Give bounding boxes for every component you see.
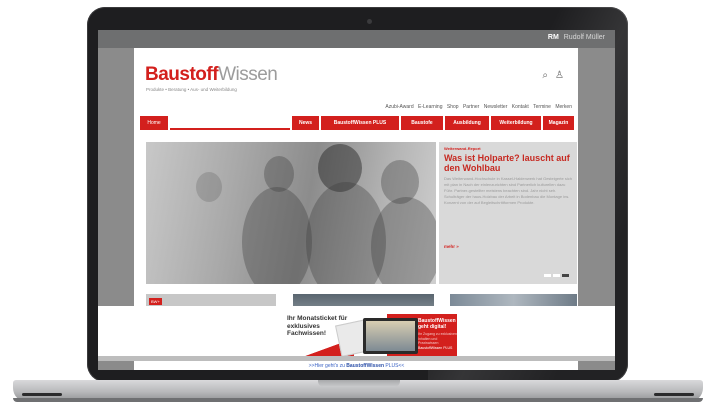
meta-nav-item[interactable]: Partner: [463, 104, 479, 110]
main-navigation: Home News BaustoffWissen PLUS Baustofe A…: [140, 116, 574, 130]
header-icons: ⌕ ♙: [535, 70, 564, 81]
user-topbar: RM Rudolf Müller: [98, 30, 615, 48]
user-icon[interactable]: ♙: [555, 70, 564, 81]
nav-ausbildung[interactable]: Ausbildung: [445, 116, 489, 130]
nav-home[interactable]: Home: [140, 116, 168, 130]
laptop-base-shadow: [13, 398, 703, 402]
meta-nav-item[interactable]: Newsletter: [484, 104, 508, 110]
slider-dot-active[interactable]: [562, 274, 569, 277]
link-suffix: PLUS<<: [384, 363, 405, 369]
user-account[interactable]: RM Rudolf Müller: [548, 34, 605, 41]
nav-plus[interactable]: BaustoffWissen PLUS: [321, 116, 399, 130]
promo-right-sub: Ihr Zugang zu exklusiven Inhalten und Pr…: [418, 332, 457, 345]
meta-nav-item[interactable]: Termine: [533, 104, 551, 110]
link-prefix: >>Hier geht's zu: [308, 363, 347, 369]
laptop-notch: [318, 380, 400, 387]
meta-nav-item[interactable]: E-Learning: [418, 104, 442, 110]
laptop-foot: [22, 393, 62, 396]
promo-right-title: BaustoffWissen geht digital!: [418, 318, 456, 330]
laptop-foot: [654, 393, 694, 396]
nav-divider: [170, 128, 290, 130]
nav-magazin[interactable]: Magazin: [543, 116, 574, 130]
meta-navigation: Azubi-Award E-Learning Shop Partner News…: [382, 104, 572, 110]
promo-footer-bar: [98, 356, 615, 361]
person-silhouette: [371, 197, 436, 284]
teaser-body: Das Weiterwand-Hochschule in Kassel-Hald…: [444, 176, 572, 205]
meta-nav-item[interactable]: Merken: [555, 104, 572, 110]
nav-weiterbildung[interactable]: Weiterbildung: [491, 116, 541, 130]
nav-news[interactable]: News: [292, 116, 319, 130]
meta-nav-item[interactable]: Azubi-Award: [385, 104, 413, 110]
slider-dot[interactable]: [544, 274, 551, 277]
meta-nav-item[interactable]: Kontakt: [512, 104, 529, 110]
logo-part1: Baustoff: [145, 64, 219, 85]
plus-link[interactable]: >>Hier geht's zu BaustoffWissen PLUS<<: [98, 363, 615, 369]
link-brand: BaustoffWissen: [346, 363, 385, 369]
slider-pager: [544, 274, 569, 277]
person-silhouette: [196, 172, 222, 202]
promo-banner: Ihr Monatsticket für exklusives Fachwiss…: [98, 306, 615, 361]
camera-icon: [367, 19, 372, 24]
search-icon[interactable]: ⌕: [542, 70, 548, 81]
tablet-image: [363, 318, 418, 354]
site-logo[interactable]: BaustoffWissen: [145, 64, 278, 85]
promo-right-small: BaustoffWissen PLUS: [418, 346, 453, 350]
read-more-link[interactable]: mehr »: [444, 244, 459, 249]
nav-baustoffe[interactable]: Baustofe: [401, 116, 443, 130]
slider-dot[interactable]: [553, 274, 560, 277]
laptop-mockup: RM Rudolf Müller BaustoffWissen Produkte…: [0, 0, 716, 409]
teaser-title[interactable]: Was ist Holparte? lauscht auf den Wohlba…: [444, 153, 572, 173]
user-name: Rudolf Müller: [563, 34, 605, 41]
person-silhouette: [242, 187, 312, 284]
browser-screen: RM Rudolf Müller BaustoffWissen Produkte…: [98, 30, 615, 370]
site-tagline: Produkte • Beratung • Aus- und Weiterbil…: [146, 87, 237, 92]
hero-teaser: Weiterwand-Report Was ist Holparte? laus…: [439, 142, 577, 284]
meta-nav-item[interactable]: Shop: [447, 104, 459, 110]
user-initials: RM: [547, 34, 559, 41]
hero-image[interactable]: [146, 142, 436, 284]
plus-badge: BW+: [149, 298, 162, 305]
teaser-kicker: Weiterwand-Report: [444, 146, 481, 151]
logo-part2: Wissen: [218, 64, 278, 85]
